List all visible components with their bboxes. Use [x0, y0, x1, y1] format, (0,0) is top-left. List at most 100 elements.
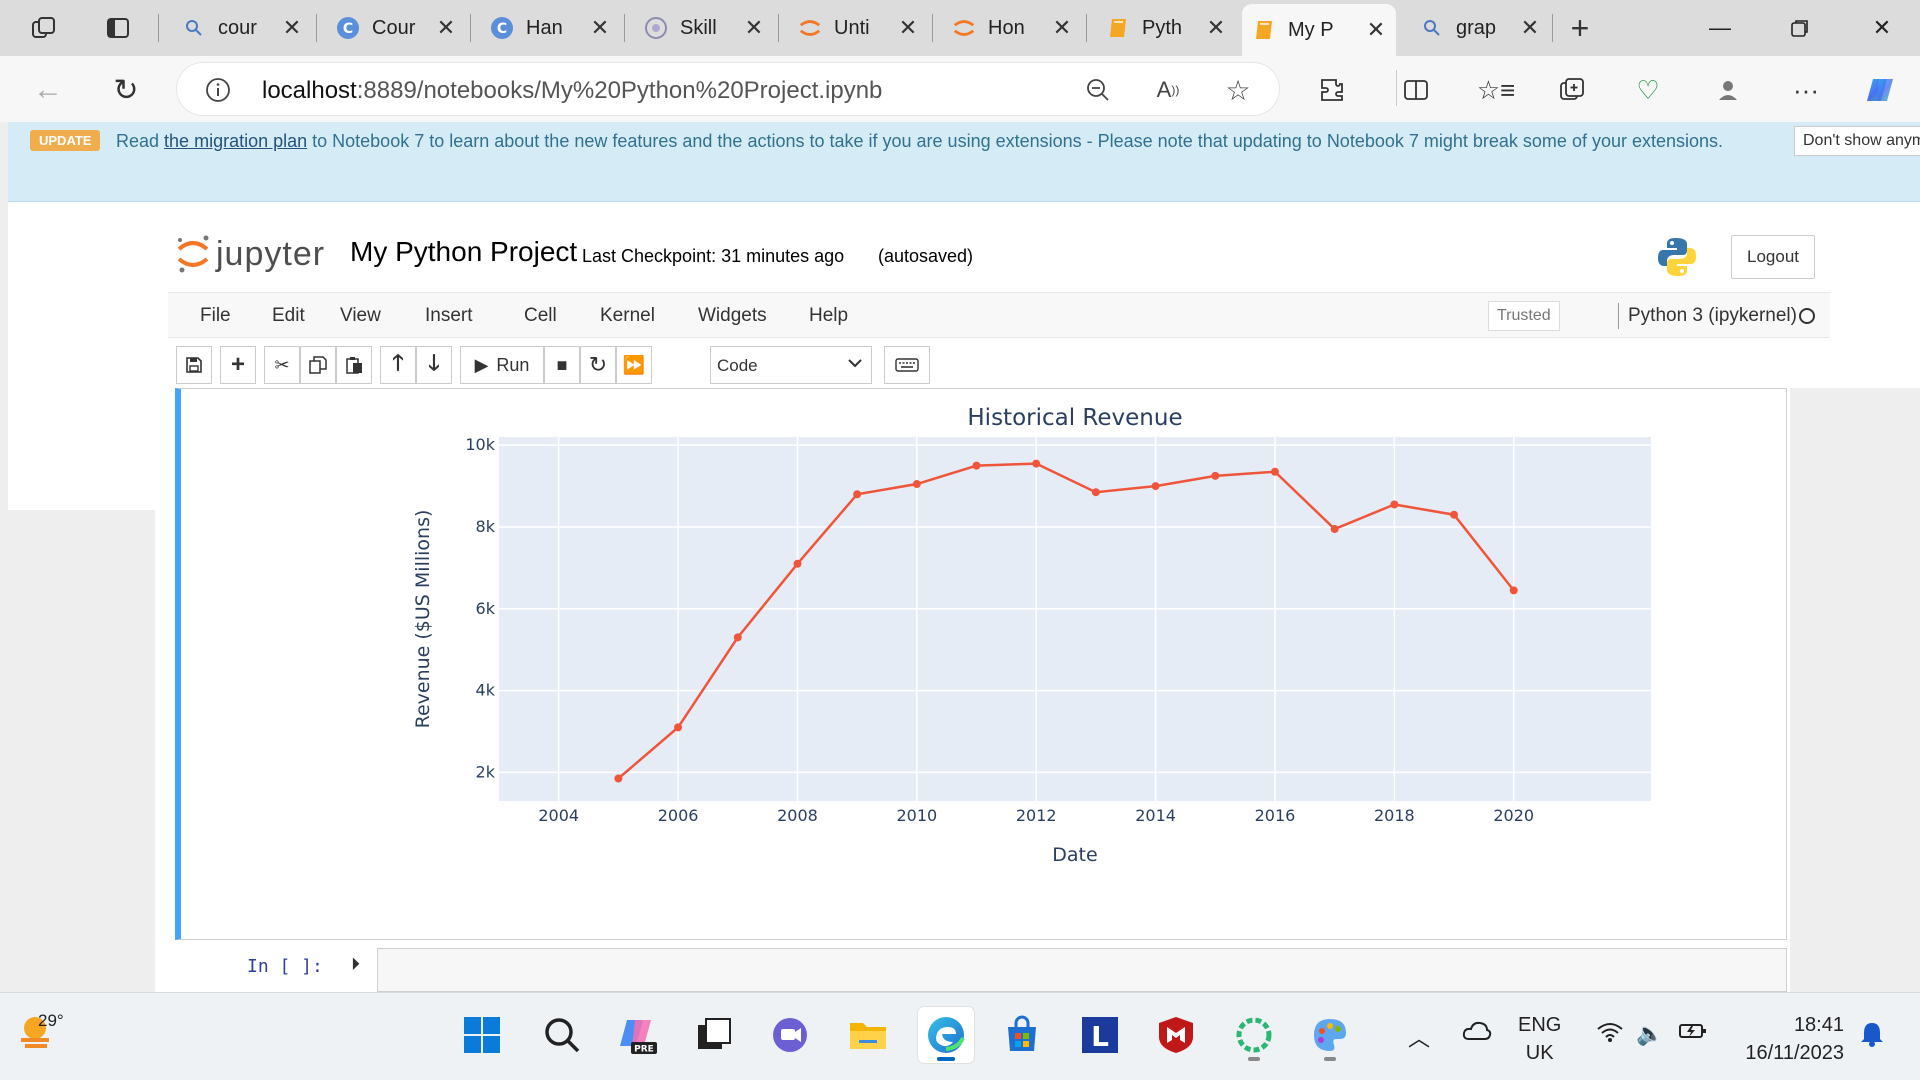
paint-icon[interactable] — [1302, 1007, 1358, 1063]
site-info-icon[interactable] — [203, 75, 233, 105]
copilot-preview-icon[interactable]: PRE — [610, 1007, 666, 1063]
close-icon[interactable]: ✕ — [744, 15, 764, 40]
show-hidden-icons-icon[interactable]: ︿ — [1408, 1021, 1430, 1053]
move-down-icon[interactable]: 🡓 — [416, 346, 452, 384]
browser-essentials-icon[interactable]: ♡ — [1628, 70, 1668, 110]
dont-show-button[interactable]: Don't show anymore — [1794, 126, 1920, 156]
y-tick-label: 2k — [476, 762, 496, 781]
output-cell[interactable]: 2004 2006 2008 2010 2012 2014 2016 2018 2020 2k 4k… — [175, 388, 1787, 940]
x-tick-label: 2008 — [777, 806, 818, 825]
close-icon[interactable]: ✕ — [590, 15, 610, 40]
restore-icon[interactable] — [1770, 10, 1830, 46]
microsoft-store-icon[interactable] — [994, 1007, 1050, 1063]
kernel-name[interactable]: Python 3 (ipykernel) — [1628, 305, 1797, 327]
menu-view[interactable]: View — [340, 305, 381, 327]
extensions-icon[interactable] — [1312, 70, 1352, 110]
trusted-indicator[interactable]: Trusted — [1488, 301, 1560, 331]
notebook-title[interactable]: My Python Project — [350, 236, 577, 268]
back-icon[interactable]: ← — [28, 70, 68, 110]
tab-actions-icon[interactable] — [104, 14, 132, 42]
keyboard-shortcuts-icon[interactable] — [884, 346, 930, 384]
split-screen-icon[interactable] — [1396, 70, 1436, 110]
menu-edit[interactable]: Edit — [272, 305, 305, 327]
loading-app-icon[interactable] — [1226, 1007, 1282, 1063]
close-window-icon[interactable]: ✕ — [1852, 10, 1912, 46]
browser-tab[interactable]: Skill ✕ — [634, 6, 774, 50]
close-icon[interactable]: ✕ — [1052, 15, 1072, 40]
cut-icon[interactable]: ✂ — [264, 346, 300, 384]
data-point — [1091, 488, 1100, 497]
jupyter-logo[interactable]: jupyter — [176, 234, 325, 274]
interrupt-icon[interactable]: ■ — [544, 346, 580, 384]
language-indicator[interactable]: ENG UK — [1518, 1011, 1561, 1067]
menu-kernel[interactable]: Kernel — [600, 305, 655, 327]
menu-cell[interactable]: Cell — [524, 305, 557, 327]
copilot-icon[interactable] — [1862, 70, 1902, 110]
jupyter-icon — [798, 16, 822, 40]
tab-title: cour — [218, 16, 257, 39]
x-axis-label: Date — [1052, 844, 1097, 866]
clock[interactable]: 18:41 16/11/2023 — [1732, 1011, 1844, 1067]
notification-bell-icon[interactable] — [1860, 1021, 1884, 1053]
address-bar[interactable]: localhost:8889/notebooks/My%20Python%20P… — [176, 62, 1280, 116]
menu-insert[interactable]: Insert — [425, 305, 473, 327]
wifi-icon[interactable] — [1596, 1021, 1624, 1049]
volume-icon[interactable]: 🔈 — [1636, 1021, 1663, 1047]
menu-file[interactable]: File — [200, 305, 231, 327]
menu-widgets[interactable]: Widgets — [698, 305, 767, 327]
profile-icon[interactable] — [1708, 70, 1748, 110]
more-options-icon[interactable]: ··· — [1786, 70, 1826, 110]
browser-tab[interactable]: Pyth ✕ — [1096, 6, 1236, 50]
logout-button[interactable]: Logout — [1731, 235, 1815, 279]
restart-icon[interactable]: ↻ — [580, 346, 616, 384]
c-icon: C — [336, 16, 360, 40]
browser-tab[interactable]: Unti ✕ — [788, 6, 928, 50]
browser-tab[interactable]: C Cour ✕ — [326, 6, 466, 50]
new-tab-icon[interactable]: + — [1566, 10, 1594, 46]
close-icon[interactable]: ✕ — [898, 15, 918, 40]
browser-tab[interactable]: cour ✕ — [172, 6, 312, 50]
browser-tab[interactable]: Hon ✕ — [942, 6, 1082, 50]
battery-icon[interactable] — [1678, 1021, 1708, 1047]
cell-type-select[interactable]: Code — [710, 346, 872, 384]
browser-tab[interactable]: C Han ✕ — [480, 6, 620, 50]
restart-run-all-icon[interactable]: ⏩ — [616, 346, 652, 384]
browser-tab[interactable]: grap ✕ — [1410, 6, 1550, 50]
data-point — [972, 461, 981, 470]
minimize-icon[interactable]: — — [1690, 10, 1750, 46]
close-icon[interactable]: ✕ — [1366, 17, 1386, 42]
migration-plan-link[interactable]: the migration plan — [164, 131, 307, 151]
close-icon[interactable]: ✕ — [436, 15, 456, 40]
insert-cell-icon[interactable]: + — [220, 346, 256, 384]
file-explorer-icon[interactable] — [840, 1007, 896, 1063]
favorites-icon[interactable]: ☆≡ — [1476, 70, 1516, 110]
mcafee-icon[interactable] — [1148, 1007, 1204, 1063]
close-icon[interactable]: ✕ — [1206, 15, 1226, 40]
read-aloud-icon[interactable]: A)) — [1153, 75, 1183, 105]
onedrive-icon[interactable] — [1462, 1019, 1492, 1047]
collections-icon[interactable] — [1552, 70, 1592, 110]
refresh-icon[interactable]: ↻ — [106, 70, 146, 110]
teams-chat-icon[interactable] — [762, 1007, 818, 1063]
search-icon[interactable] — [534, 1007, 590, 1063]
l-app-icon[interactable]: L — [1072, 1007, 1128, 1063]
close-icon[interactable]: ✕ — [282, 15, 302, 40]
browser-tab-active[interactable]: My P ✕ — [1242, 4, 1396, 56]
workspaces-icon[interactable] — [30, 14, 58, 42]
menu-help[interactable]: Help — [809, 305, 848, 327]
favorite-star-icon[interactable]: ☆ — [1223, 75, 1253, 106]
copy-icon[interactable] — [300, 346, 336, 384]
run-button[interactable]: ▶ Run — [460, 346, 544, 384]
task-view-icon[interactable] — [686, 1007, 742, 1063]
save-icon[interactable] — [176, 346, 212, 384]
url-text[interactable]: localhost:8889/notebooks/My%20Python%20P… — [262, 77, 882, 105]
edge-icon[interactable] — [918, 1007, 974, 1063]
start-icon[interactable] — [454, 1007, 510, 1063]
close-icon[interactable]: ✕ — [1520, 15, 1540, 40]
x-tick-label: 2012 — [1016, 806, 1057, 825]
move-up-icon[interactable]: 🡑 — [380, 346, 416, 384]
zoom-icon[interactable] — [1083, 75, 1113, 105]
paste-icon[interactable] — [336, 346, 372, 384]
code-input[interactable] — [377, 948, 1787, 992]
c-icon: C — [490, 16, 514, 40]
